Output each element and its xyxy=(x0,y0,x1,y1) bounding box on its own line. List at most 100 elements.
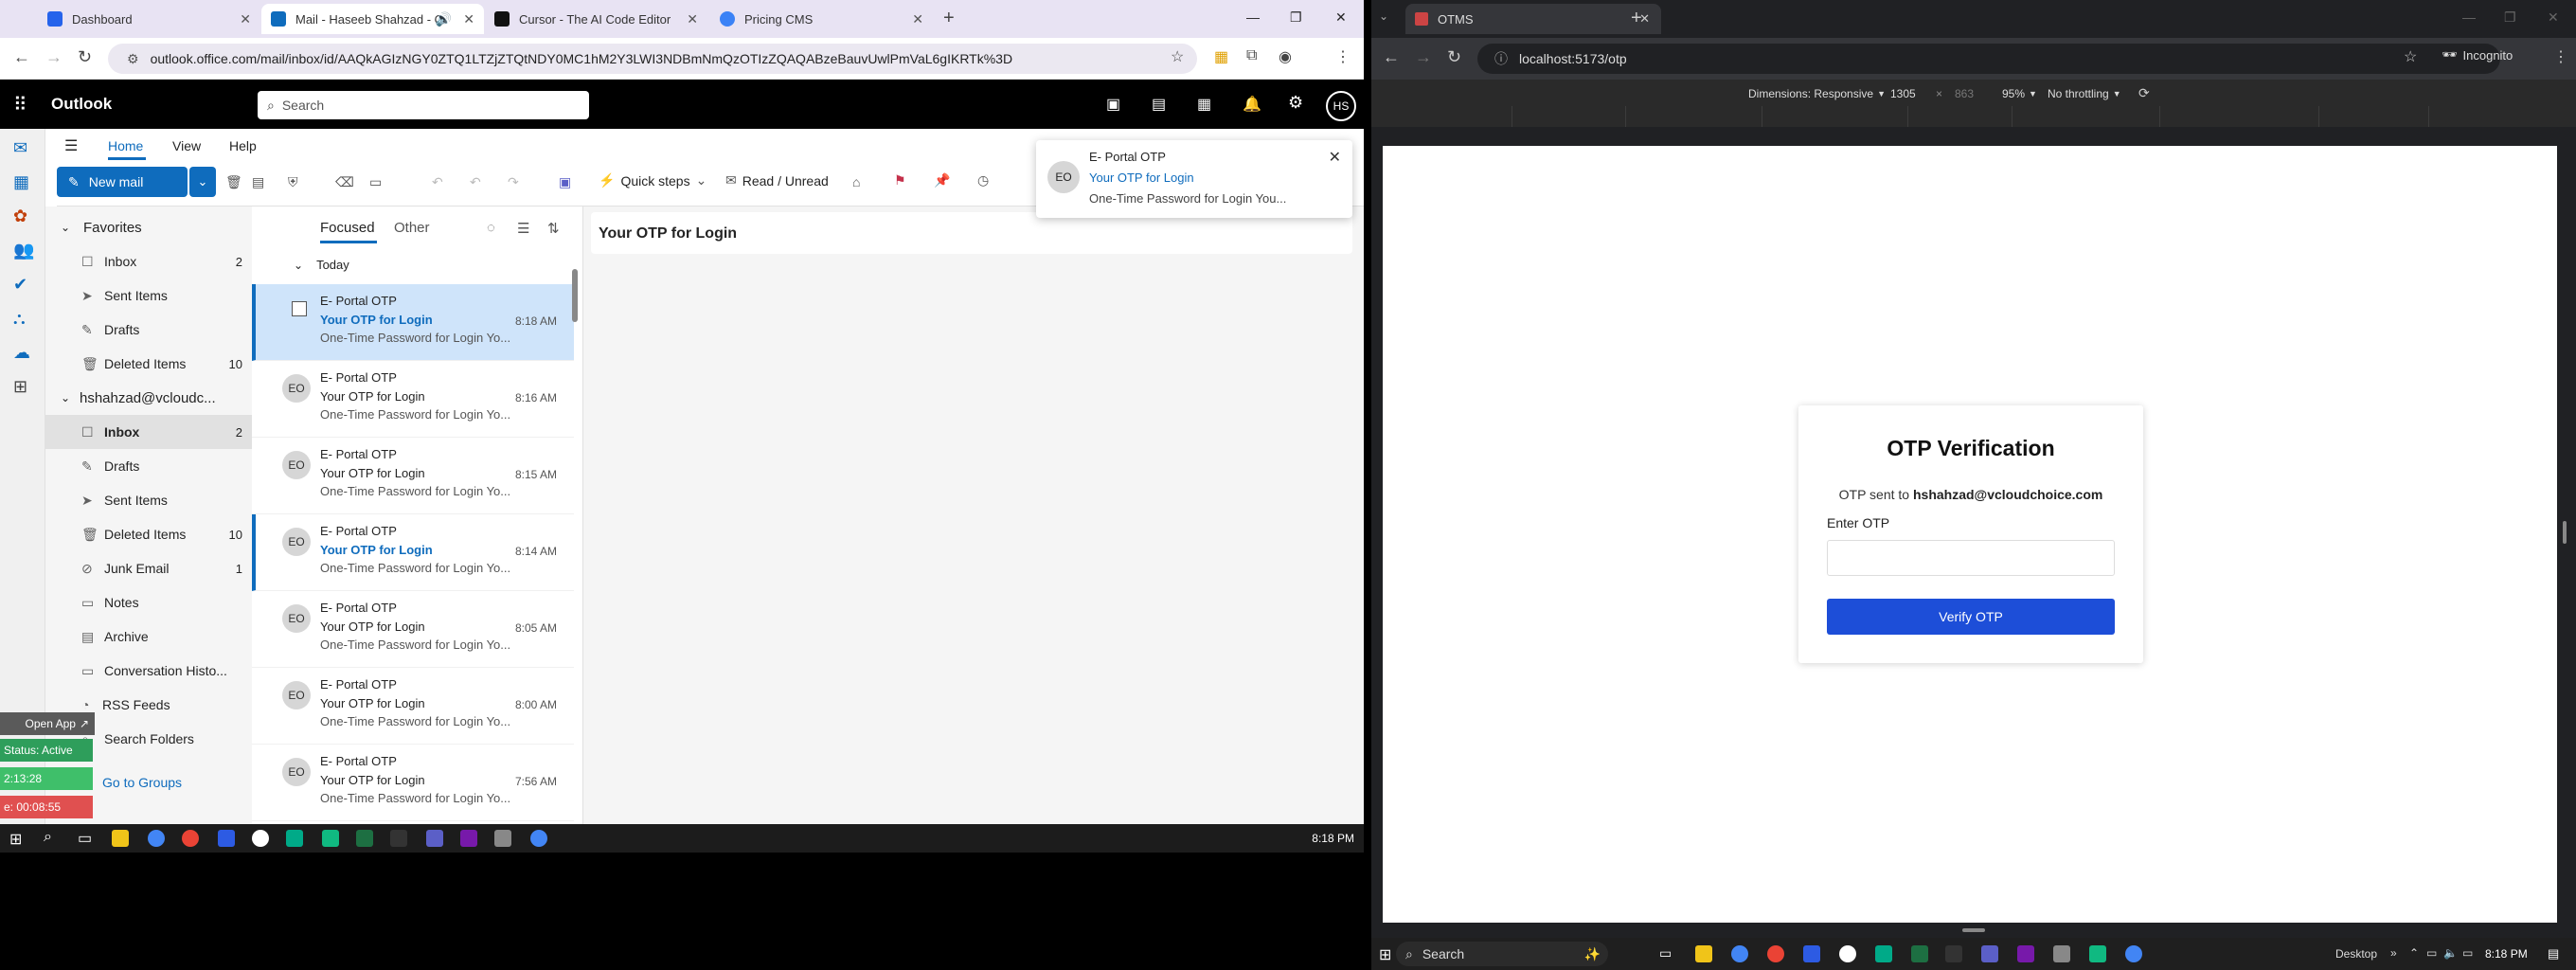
sidebar-item-deleted[interactable]: 🗑 Deleted Items 10 xyxy=(45,347,252,381)
gear-icon[interactable]: ⚙ xyxy=(1288,93,1303,113)
chrome-icon[interactable] xyxy=(148,830,165,847)
windows-start-icon[interactable]: ⊞ xyxy=(9,830,22,849)
tab-view[interactable]: View xyxy=(172,138,201,153)
minimize-button[interactable]: — xyxy=(1246,9,1260,25)
new-mail-button[interactable]: ✎ New mail xyxy=(57,167,188,197)
windows-start-icon[interactable]: ⊞ xyxy=(1379,945,1391,964)
list-item[interactable]: EO E- Portal OTP Your OTP for Login 8:16… xyxy=(252,361,574,438)
sidebar-item-account-inbox[interactable]: ☐ Inbox 2 xyxy=(45,415,252,449)
list-item[interactable]: EO E- Portal OTP Your OTP for Login 8:05… xyxy=(252,591,574,668)
list-item[interactable]: EO E- Portal OTP Your OTP for Login 8:15… xyxy=(252,438,574,514)
mail-icon[interactable]: ✉ xyxy=(13,138,27,158)
bookmark-star-icon[interactable]: ☆ xyxy=(1171,47,1184,66)
chrome-icon[interactable] xyxy=(530,830,547,847)
tab-home[interactable]: Home xyxy=(108,138,143,153)
minimize-button[interactable]: — xyxy=(2462,9,2476,25)
tab-cursor[interactable]: Cursor - The AI Code Editor ✕ xyxy=(485,4,707,34)
back-icon[interactable]: ← xyxy=(13,47,30,67)
select-checkbox[interactable] xyxy=(292,301,307,316)
forward-mail-icon[interactable]: ↷ xyxy=(508,174,519,190)
scrollbar-thumb[interactable] xyxy=(572,269,578,322)
list-item[interactable]: EO E- Portal OTP Your OTP for Login 8:14… xyxy=(252,514,574,591)
account-header[interactable]: ⌄ hshahzad@vcloudc... xyxy=(45,381,252,415)
sidebar-item-account-deleted[interactable]: 🗑 Deleted Items 10 xyxy=(45,517,252,551)
chrome-icon[interactable] xyxy=(1731,945,1748,962)
teams-icon[interactable]: ▤ xyxy=(1152,95,1166,114)
network-icon[interactable]: ▭ xyxy=(2426,946,2437,960)
app-icon[interactable] xyxy=(1839,945,1856,962)
url-bar[interactable]: ⓘ localhost:5173/otp xyxy=(1477,44,2500,74)
undo-icon[interactable]: ↶ xyxy=(432,174,443,190)
browser-menu-icon[interactable]: ⋮ xyxy=(2553,47,2568,66)
extensions-puzzle-icon[interactable]: ⧉ xyxy=(1246,47,1257,64)
close-window-button[interactable]: ✕ xyxy=(2548,9,2559,26)
browser-menu-icon[interactable]: ⋮ xyxy=(1335,47,1351,66)
resize-handle[interactable] xyxy=(2563,521,2567,544)
search-icon[interactable]: ⌕ xyxy=(44,829,52,846)
forward-icon[interactable]: → xyxy=(1415,47,1432,67)
zoom-dropdown[interactable]: 95% ▼ xyxy=(2002,87,2037,100)
extension-icon[interactable]: ▦ xyxy=(1214,47,1228,66)
avatar[interactable]: HS xyxy=(1326,91,1356,121)
firefox-icon[interactable] xyxy=(1767,945,1784,962)
new-tab-button[interactable]: + xyxy=(943,8,955,29)
sidebar-item-conversation-history[interactable]: ▭ Conversation Histo... xyxy=(45,654,252,688)
reply-all-icon[interactable]: ↶ xyxy=(470,174,481,190)
reload-icon[interactable]: ↻ xyxy=(1447,47,1461,67)
otp-input[interactable] xyxy=(1827,540,2115,576)
file-explorer-icon[interactable] xyxy=(1695,945,1712,962)
read-unread-button[interactable]: ✉ Read / Unread xyxy=(725,172,829,189)
dimensions-dropdown[interactable]: Dimensions: Responsive ▼ xyxy=(1748,87,1886,100)
taskbar-search[interactable]: ⌕ Search ✨ xyxy=(1396,942,1608,966)
move-icon[interactable]: ▭ xyxy=(369,174,382,190)
throttle-dropdown[interactable]: No throttling ▼ xyxy=(2048,87,2121,100)
notification-toast[interactable]: EO E- Portal OTP Your OTP for Login One-… xyxy=(1036,140,1352,218)
sidebar-item-notes[interactable]: ▭ Notes xyxy=(45,585,252,620)
height-input[interactable]: 863 xyxy=(1955,87,1974,100)
more-apps-icon[interactable]: ⊞ xyxy=(13,377,27,397)
file-explorer-icon[interactable] xyxy=(112,830,129,847)
sidebar-item-account-sent[interactable]: ➤ Sent Items xyxy=(45,483,252,517)
app-icon[interactable] xyxy=(1875,945,1892,962)
terminal-icon[interactable] xyxy=(390,830,407,847)
list-item[interactable]: E- Portal OTP Your OTP for Login 8:18 AM… xyxy=(252,284,574,361)
tab-help[interactable]: Help xyxy=(229,138,257,153)
tab-other[interactable]: Other xyxy=(394,220,430,236)
width-input[interactable]: 1305 xyxy=(1890,87,1916,100)
people-icon[interactable]: 👥 xyxy=(13,241,34,260)
report-icon[interactable]: ⛨ xyxy=(288,174,298,190)
filter-icon[interactable]: ☰ xyxy=(517,220,529,237)
quick-steps-button[interactable]: ⚡ Quick steps ⌄ xyxy=(599,172,707,189)
org-icon[interactable]: ⛬ xyxy=(13,309,26,329)
select-icon[interactable]: ◌ xyxy=(487,220,495,236)
flag-icon[interactable]: ⚑ xyxy=(894,172,906,189)
verify-otp-button[interactable]: Verify OTP xyxy=(1827,599,2115,635)
sidebar-item-junk[interactable]: ⊘ Junk Email 1 xyxy=(45,551,252,585)
todo-icon[interactable]: ✔ xyxy=(13,275,27,295)
tab-menu-icon[interactable]: ⌄ xyxy=(1379,9,1388,23)
maximize-button[interactable]: ❐ xyxy=(2504,9,2516,26)
firefox-icon[interactable] xyxy=(182,830,199,847)
sidebar-item-account-drafts[interactable]: ✎ Drafts xyxy=(45,449,252,483)
meet-icon[interactable]: ▣ xyxy=(1106,95,1120,114)
sidebar-item-drafts[interactable]: ✎ Drafts xyxy=(45,313,252,347)
tab-otms[interactable]: OTMS ✕ xyxy=(1405,4,1661,34)
notification-icon[interactable]: ▤ xyxy=(2548,946,2559,961)
chrome-icon[interactable] xyxy=(2125,945,2142,962)
close-window-button[interactable]: ✕ xyxy=(1335,9,1347,26)
teams-share-icon[interactable]: ▣ xyxy=(559,174,571,190)
bookmark-star-icon[interactable]: ☆ xyxy=(2404,47,2417,66)
resize-handle[interactable] xyxy=(1962,928,1985,932)
tab-pricing-cms[interactable]: Pricing CMS ✕ xyxy=(710,4,933,34)
app-icon[interactable] xyxy=(2053,945,2070,962)
battery-icon[interactable]: ▭ xyxy=(2462,946,2473,960)
sidebar-item-archive[interactable]: ▤ Archive xyxy=(45,620,252,654)
teams-icon[interactable] xyxy=(426,830,443,847)
tag-icon[interactable]: ⌂ xyxy=(852,174,860,189)
new-mail-dropdown[interactable]: ⌄ xyxy=(189,167,216,197)
tab-outlook[interactable]: Mail - Haseeb Shahzad - O 🔊 ✕ xyxy=(261,4,484,34)
profile-icon[interactable]: ◉ xyxy=(1279,47,1292,66)
url-bar[interactable]: ⚙ outlook.office.com/mail/inbox/id/AAQkA… xyxy=(108,44,1197,74)
excel-icon[interactable] xyxy=(1911,945,1928,962)
task-view-icon[interactable]: ▭ xyxy=(78,829,92,848)
